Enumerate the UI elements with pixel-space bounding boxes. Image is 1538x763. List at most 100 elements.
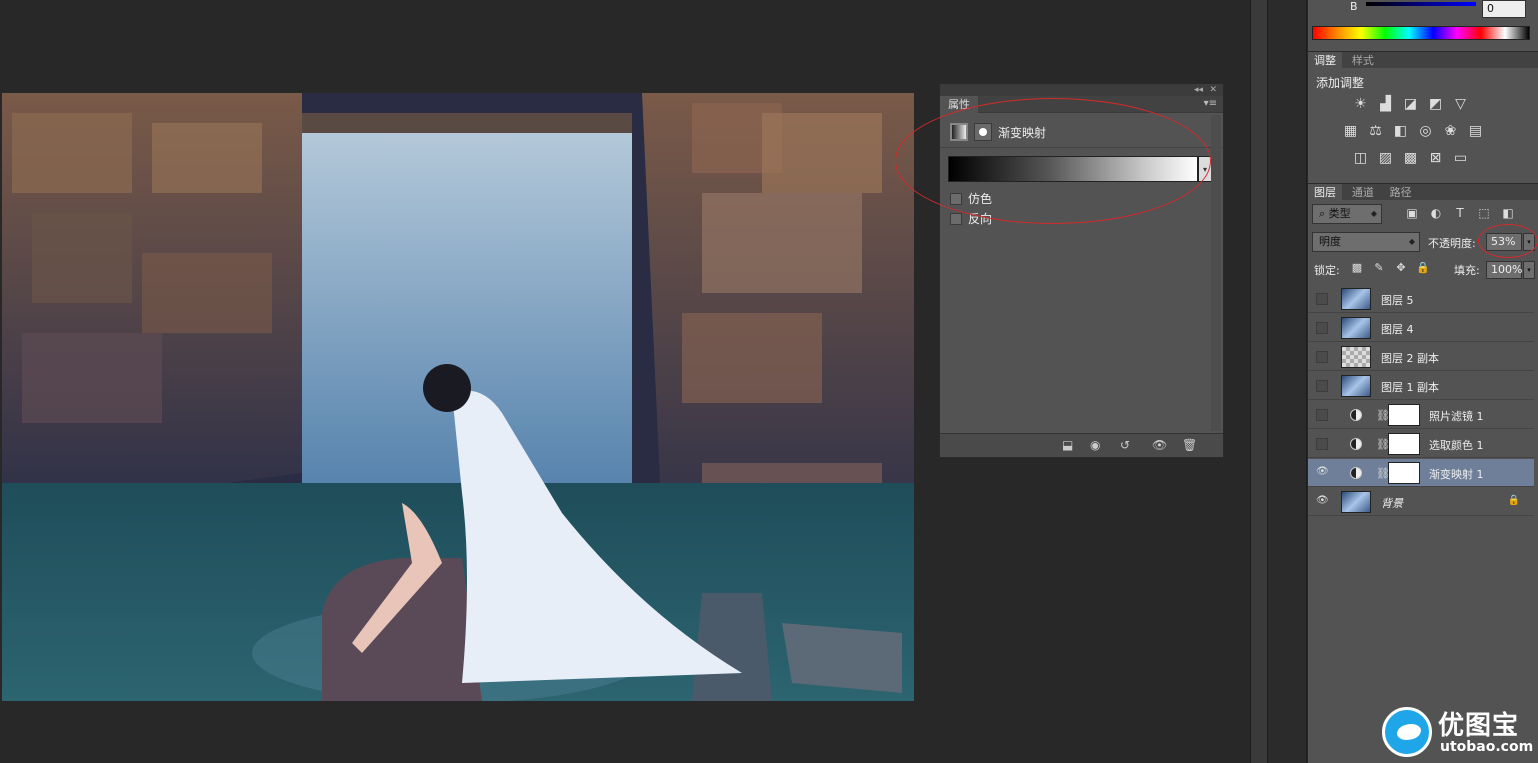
lock-all-icon[interactable]: 🔒 (1412, 261, 1434, 274)
visibility-toggle[interactable] (1316, 351, 1328, 363)
scrollbar-strip[interactable] (1250, 0, 1267, 763)
layer-mask-thumbnail[interactable] (1388, 462, 1420, 484)
properties-toolbar: ⬓ ◉ ↺ 👁 🗑 (940, 433, 1223, 457)
channel-value-field[interactable]: 0 (1482, 0, 1526, 18)
layer-mask-thumbnail[interactable] (1388, 404, 1420, 426)
filter-label: 类型 (1328, 207, 1351, 220)
layer-row[interactable]: 图层 2 副本 (1308, 343, 1534, 371)
adjustment-layer-icon (1350, 409, 1362, 421)
visibility-toggle[interactable] (1316, 293, 1328, 305)
invert-icon[interactable]: ◫ (1348, 150, 1373, 166)
right-panel-column: B 0 调整 样式 添加调整 ☀ ▟ ◪ ◩ ▽ ▦ ⚖ ◧ ◎ ❀ ▤ ◫ ▨… (1308, 0, 1538, 763)
shape-filter-icon[interactable]: ⬚ (1472, 206, 1496, 220)
annotation-ellipse-opacity (1478, 224, 1538, 258)
eye-icon[interactable]: 👁 (1316, 467, 1329, 479)
layer-row[interactable]: ⛓ 选取颜色 1 (1308, 430, 1534, 458)
layer-row[interactable]: 图层 1 副本 (1308, 372, 1534, 400)
layer-thumbnail[interactable] (1341, 375, 1371, 397)
layer-mask-thumbnail[interactable] (1388, 433, 1420, 455)
threshold-icon[interactable]: ▩ (1398, 150, 1423, 166)
reverse-checkbox[interactable] (950, 212, 962, 225)
visibility-toggle[interactable] (1316, 438, 1328, 450)
color-lookup-icon[interactable]: ▤ (1463, 123, 1488, 139)
curves-icon[interactable]: ◪ (1398, 96, 1423, 112)
channel-mixer-icon[interactable]: ❀ (1438, 123, 1463, 139)
watermark-cn: 优图宝 (1438, 711, 1520, 741)
selective-color-icon[interactable]: ⊠ (1423, 150, 1448, 166)
lock-transparent-icon[interactable]: ▩ (1346, 261, 1368, 274)
panel-menu-icon[interactable]: ▾≡ (1204, 98, 1217, 109)
color-spectrum[interactable] (1312, 26, 1530, 40)
gradient-map-adj-icon[interactable]: ▭ (1448, 150, 1473, 166)
layer-lock-icon: 🔒 (1507, 495, 1520, 506)
adjustments-tabs: 调整 样式 (1308, 51, 1538, 69)
visibility-icon[interactable]: 👁 (1152, 438, 1167, 452)
layer-row[interactable]: 👁 背景 🔒 (1308, 488, 1534, 516)
canvas-image[interactable] (2, 93, 914, 701)
layer-row[interactable]: ⛓ 照片滤镜 1 (1308, 401, 1534, 429)
pixel-filter-icon[interactable]: ▣ (1400, 206, 1424, 220)
layers-tabs: 图层 通道 路径 (1308, 183, 1538, 201)
smart-object-filter-icon[interactable]: ◧ (1496, 206, 1520, 220)
layer-row[interactable]: 图层 4 (1308, 314, 1534, 342)
adjustment-icons-row-2: ▦ ⚖ ◧ ◎ ❀ ▤ (1338, 123, 1488, 139)
tab-layers[interactable]: 图层 (1308, 184, 1342, 201)
hue-saturation-icon[interactable]: ▦ (1338, 123, 1363, 139)
layer-thumbnail[interactable] (1341, 288, 1371, 310)
add-adjustment-title: 添加调整 (1316, 76, 1365, 90)
adjustment-layer-icon (1350, 438, 1362, 450)
layer-filter-select[interactable]: ⌕ 类型 ◆ (1312, 204, 1382, 224)
reset-icon[interactable]: ↺ (1120, 438, 1130, 452)
blend-mode-value: 明度 (1319, 235, 1341, 248)
layer-thumbnail[interactable] (1341, 346, 1371, 368)
layer-name: 图层 1 副本 (1381, 381, 1439, 394)
layer-name: 背景 (1381, 497, 1403, 510)
lock-position-icon[interactable]: ✥ (1390, 261, 1412, 274)
collapse-icon[interactable]: ◂◂ (1194, 84, 1203, 96)
exposure-icon[interactable]: ◩ (1423, 96, 1448, 112)
posterize-icon[interactable]: ▨ (1373, 150, 1398, 166)
close-icon[interactable]: ✕ (1209, 84, 1217, 96)
layer-thumbnail[interactable] (1341, 491, 1371, 513)
adjustment-icons-row-1: ☀ ▟ ◪ ◩ ▽ (1348, 96, 1473, 112)
layer-name: 图层 2 副本 (1381, 352, 1439, 365)
watermark-en: utobao.com (1440, 739, 1534, 755)
vibrance-icon[interactable]: ▽ (1448, 96, 1473, 112)
layer-name: 照片滤镜 1 (1429, 410, 1484, 423)
brightness-icon[interactable]: ☀ (1348, 96, 1373, 112)
tab-paths[interactable]: 路径 (1384, 184, 1418, 201)
properties-titlebar: ◂◂ ✕ (940, 84, 1223, 96)
color-panel: B 0 (1308, 0, 1538, 48)
adjustment-icons-row-3: ◫ ▨ ▩ ⊠ ▭ (1348, 150, 1473, 166)
layer-thumbnail[interactable] (1341, 317, 1371, 339)
clip-to-layer-icon[interactable]: ⬓ (1062, 438, 1073, 452)
layer-name: 图层 5 (1381, 294, 1414, 307)
tab-adjustments[interactable]: 调整 (1308, 52, 1342, 69)
lock-pixels-icon[interactable]: ✎ (1368, 261, 1390, 274)
color-balance-icon[interactable]: ⚖ (1363, 123, 1388, 139)
tab-styles[interactable]: 样式 (1346, 52, 1380, 69)
tab-channels[interactable]: 通道 (1346, 184, 1380, 201)
eye-icon[interactable]: 👁 (1316, 496, 1329, 508)
visibility-toggle[interactable] (1316, 380, 1328, 392)
watermark-logo: 优图宝 utobao.com (1380, 705, 1535, 760)
fill-dropdown[interactable]: ▾ (1523, 261, 1535, 279)
delete-icon[interactable]: 🗑 (1182, 438, 1197, 452)
filter-icons: ▣ ◐ T ⬚ ◧ (1400, 206, 1520, 220)
visibility-toggle[interactable] (1316, 322, 1328, 334)
levels-icon[interactable]: ▟ (1373, 96, 1398, 112)
photo-filter-icon[interactable]: ◎ (1413, 123, 1438, 139)
blend-mode-select[interactable]: 明度 ◆ (1312, 232, 1420, 252)
view-previous-icon[interactable]: ◉ (1090, 438, 1100, 452)
channel-slider[interactable] (1366, 2, 1476, 6)
fill-field[interactable]: 100% (1486, 261, 1522, 279)
layer-row[interactable]: 图层 5 (1308, 285, 1534, 313)
properties-scrollbar[interactable] (1211, 115, 1221, 431)
black-white-icon[interactable]: ◧ (1388, 123, 1413, 139)
visibility-toggle[interactable] (1316, 409, 1328, 421)
type-filter-icon[interactable]: T (1448, 206, 1472, 220)
adjustment-filter-icon[interactable]: ◐ (1424, 206, 1448, 220)
layer-row[interactable]: 👁 ⛓ 渐变映射 1 (1308, 459, 1534, 487)
layer-name: 图层 4 (1381, 323, 1414, 336)
channel-label: B (1350, 0, 1358, 13)
